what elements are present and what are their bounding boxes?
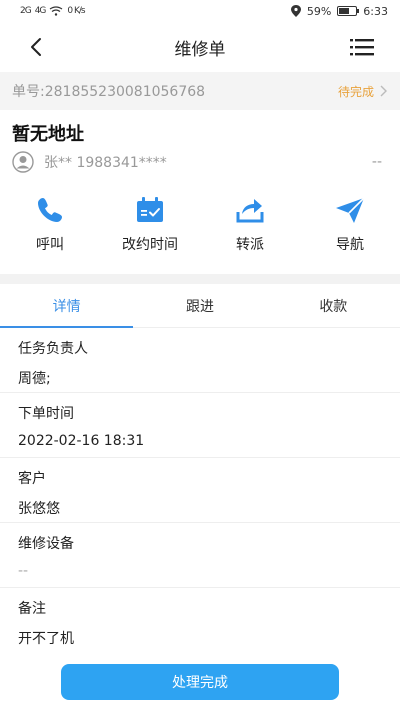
detail-list: 任务负责人 周德; 下单时间 2022-02-16 18:31 客户 张悠悠 维…	[0, 328, 400, 653]
location-icon	[290, 5, 301, 17]
contact-left: 张** 1988341****	[12, 151, 167, 173]
forward-icon	[236, 199, 264, 223]
contact-name-phone: 张** 1988341****	[44, 155, 167, 171]
section-divider	[0, 274, 400, 284]
battery-icon	[337, 6, 360, 16]
detail-value: 2022-02-16 18:31	[18, 433, 145, 449]
tab-bar: 详情 跟进 收款	[0, 284, 400, 328]
tab-details[interactable]: 详情	[0, 284, 134, 328]
detail-item-remark: 备注 开不了机	[0, 588, 400, 653]
back-arrow-icon[interactable]	[26, 36, 48, 58]
detail-value: 周德;	[18, 371, 51, 387]
contact-row: 张** 1988341**** --	[0, 148, 400, 176]
detail-item-device: 维修设备 --	[0, 523, 400, 588]
tab-payment[interactable]: 收款	[267, 284, 400, 327]
action-navigate-label: 导航	[336, 237, 364, 253]
status-left: 2G 4G 0 K/s	[20, 6, 86, 16]
action-reschedule-label: 改约时间	[122, 237, 178, 253]
action-forward-button[interactable]: 转派	[202, 194, 298, 268]
action-call-label: 呼叫	[36, 237, 64, 253]
net-speed: 0 K/s	[67, 6, 85, 16]
bottom-bar: 处理完成	[0, 652, 400, 712]
avatar-icon	[12, 151, 34, 173]
detail-value: --	[18, 563, 29, 579]
menu-list-icon[interactable]	[350, 36, 374, 58]
contact-extra: --	[371, 154, 382, 170]
status-bar: 2G 4G 0 K/s 59% 6:33	[0, 0, 400, 22]
chevron-right-icon	[380, 85, 387, 97]
detail-label: 任务负责人	[18, 341, 88, 357]
action-reschedule-button[interactable]: 改约时间	[102, 194, 198, 268]
phone-icon	[38, 198, 62, 222]
signal-4g: 4G	[34, 6, 47, 16]
tab-followup[interactable]: 跟进	[133, 284, 266, 327]
order-row: 单号:281855230081056768 待完成	[0, 72, 400, 110]
page-title: 维修单	[174, 39, 226, 60]
detail-label: 备注	[18, 601, 46, 617]
status-right: 59% 6:33	[290, 4, 388, 18]
battery-fill	[339, 8, 349, 14]
order-status-label: 待完成	[337, 84, 374, 99]
action-bar: 呼叫 改约时间 转派 导航	[0, 176, 400, 268]
detail-item-customer: 客户 张悠悠	[0, 458, 400, 523]
detail-label: 下单时间	[18, 406, 74, 422]
wifi-icon	[50, 6, 63, 16]
detail-item-assignee: 任务负责人 周德;	[0, 328, 400, 393]
clock-time: 6:33	[363, 4, 388, 18]
complete-button[interactable]: 处理完成	[61, 664, 339, 700]
address-title: 暂无地址	[12, 124, 84, 145]
detail-label: 客户	[18, 471, 46, 487]
order-number: 单号:281855230081056768	[12, 84, 206, 100]
action-call-button[interactable]: 呼叫	[2, 194, 98, 268]
nav-bar: 维修单	[0, 22, 400, 72]
battery-percent: 59%	[306, 4, 332, 18]
detail-item-order-time: 下单时间 2022-02-16 18:31	[0, 393, 400, 458]
detail-label: 维修设备	[18, 536, 74, 552]
action-forward-label: 转派	[236, 237, 264, 253]
action-navigate-button[interactable]: 导航	[302, 194, 398, 268]
detail-value: 开不了机	[18, 631, 74, 647]
signal-2g: 2G	[20, 6, 32, 16]
navigation-icon	[336, 197, 365, 223]
calendar-icon	[137, 197, 163, 222]
detail-value: 张悠悠	[18, 501, 60, 517]
order-status[interactable]: 待完成	[338, 83, 388, 100]
